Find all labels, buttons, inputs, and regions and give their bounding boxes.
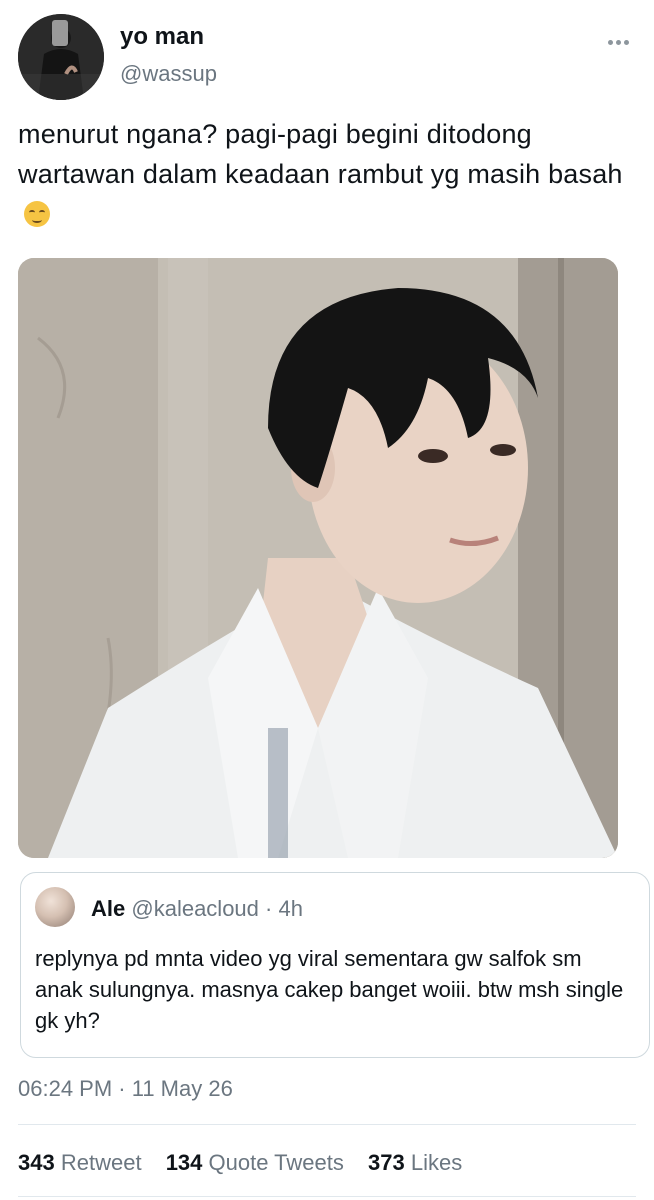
quoted-text: replynya pd mnta video yg viral sementar… [35,946,624,1033]
retweet-count: 343 [18,1150,55,1175]
quoted-author-avatar[interactable] [35,887,75,927]
likes-label: Likes [410,1150,463,1175]
quoted-author-name: Ale [91,896,126,921]
quote-tweets-count: 134 [165,1150,203,1175]
tweet-header: yo man @wassup [18,14,636,104]
portrait-photo [18,258,618,858]
author-handle[interactable]: @wassup [120,60,217,88]
quoted-tweet[interactable]: Ale @kaleacloud · 4h replynya pd mnta vi… [20,872,650,1058]
quoted-header: Ale @kaleacloud · 4h [91,895,303,923]
mirror-selfie-avatar-icon [18,14,104,100]
tweet-stats: 343 Retweet 134 Quote Tweets 373 Likes [18,1148,480,1178]
drooling-face-icon [24,201,50,227]
quote-tweets-label: Quote Tweets [208,1150,344,1175]
likes-stat[interactable]: 373 Likes [368,1148,462,1178]
author-avatar[interactable] [18,14,104,100]
tweet-body: menurut ngana? pagi-pagi begini ditodong… [18,114,628,234]
divider [18,1124,636,1125]
tweet-timestamp[interactable]: 06:24 PM · 11 May 26 [18,1074,233,1104]
divider [18,1196,636,1197]
tweet-photo[interactable] [18,258,618,858]
likes-count: 373 [368,1150,405,1175]
retweet-stat[interactable]: 343 Retweet [18,1148,142,1178]
quoted-separator: · [265,896,273,921]
quoted-author-handle: @kaleacloud [131,896,259,921]
more-options-icon[interactable] [608,32,636,45]
quote-tweets-stat[interactable]: 134 Quote Tweets [166,1148,344,1178]
retweet-label: Retweet [60,1150,142,1175]
author-display-name[interactable]: yo man [120,22,217,52]
quoted-time: 4h [278,896,303,921]
tweet-text: menurut ngana? pagi-pagi begini ditodong… [18,119,623,189]
author-names: yo man @wassup [120,22,217,88]
